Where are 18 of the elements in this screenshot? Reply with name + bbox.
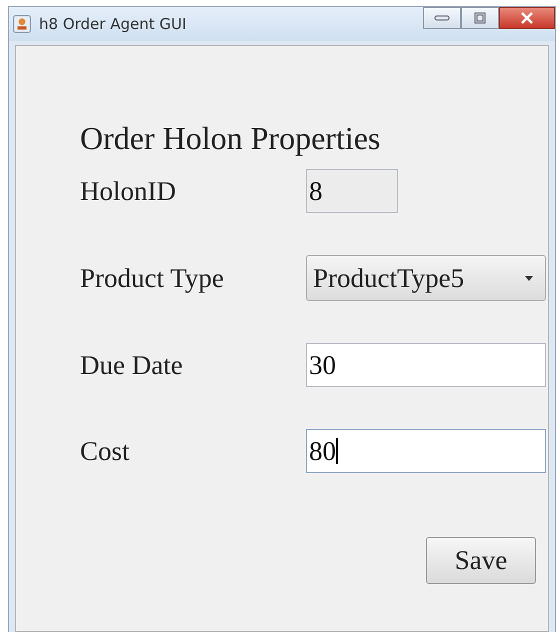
close-icon [520, 12, 534, 24]
java-app-icon [13, 15, 31, 33]
minimize-icon [434, 14, 450, 22]
form-heading: Order Holon Properties [80, 120, 382, 157]
field-label: Due Date [80, 350, 184, 380]
field-label: Product Type [80, 262, 225, 294]
maximize-icon [474, 12, 486, 24]
maximize-button[interactable] [461, 7, 499, 29]
input-field[interactable]: 30 [306, 343, 546, 387]
minimize-button[interactable] [423, 7, 461, 29]
caret-icon [525, 276, 533, 280]
field-label: HolonID [80, 176, 177, 206]
product-type-dropdown[interactable]: ProductType5 [306, 255, 546, 301]
field-label: Cost [80, 436, 131, 466]
close-button[interactable] [499, 7, 555, 29]
input-field[interactable]: 80 [306, 429, 546, 473]
window-title: h8 Order Agent GUI [39, 15, 186, 33]
save-button[interactable]: Save [426, 537, 536, 584]
